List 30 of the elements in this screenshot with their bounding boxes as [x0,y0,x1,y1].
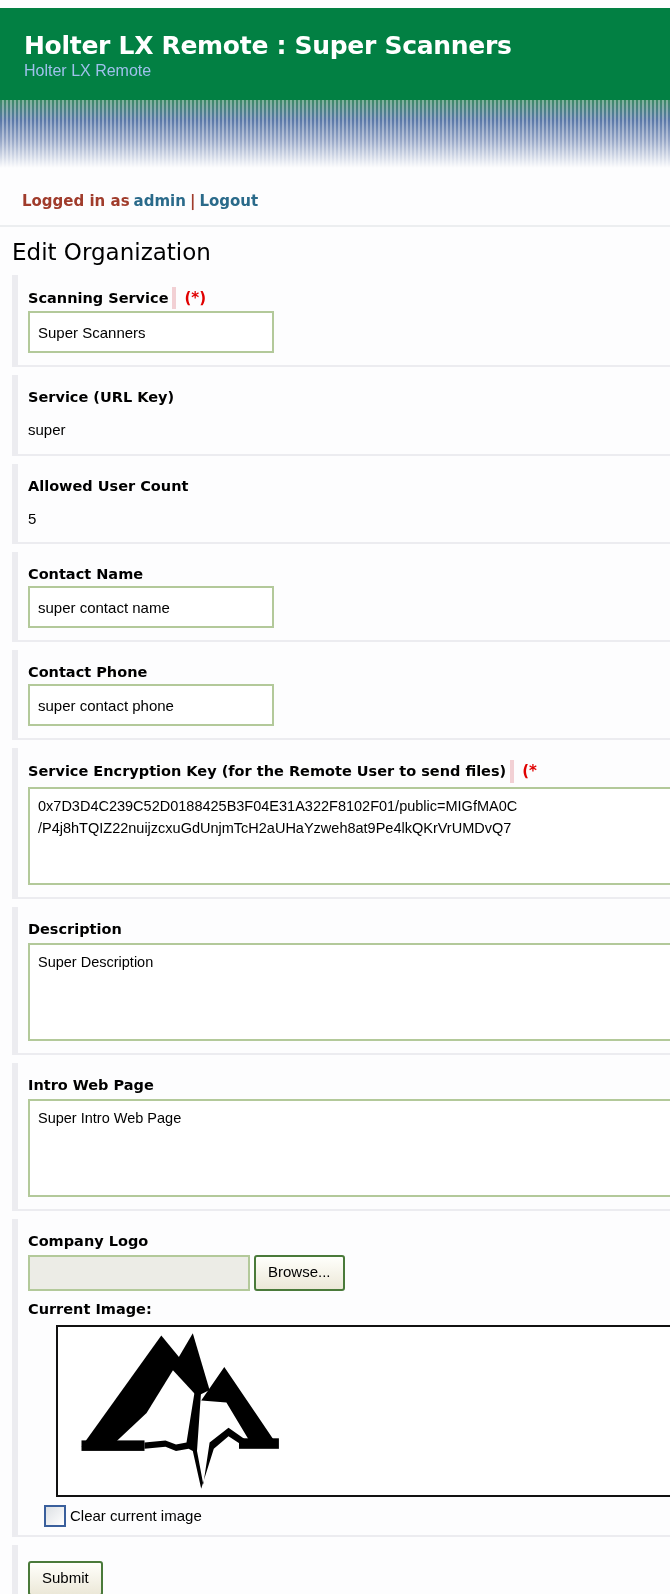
login-text: Logged in as [22,191,130,212]
text-area[interactable]: Super Description [28,942,670,1041]
field-label: Company Logo [28,1231,150,1251]
field-value: 5 [28,508,38,529]
text-field[interactable]: Super Scanners [28,311,274,353]
site-subtitle: Holter LX Remote [24,62,153,80]
field-label: Contact Name [28,565,144,584]
field-label: Description [28,919,122,939]
field-label: Current Image: [28,1299,153,1319]
logout-link[interactable]: Logout [199,190,259,213]
browse-button[interactable]: Browse... [254,1254,345,1291]
file-path-field[interactable] [28,1254,250,1291]
submit-button[interactable]: Submit [28,1561,103,1594]
text-area[interactable]: 0x7D3D4C239C52D0188425B3F04E31A322F8102F01/public=MIGfMA0C /P4j8hTQIZ22nuijzcxuGdUnjmTcH2aUHaYzweh8at9Pe4lkQKrVrUMDvQ7 [28,786,670,885]
text-area[interactable]: Super Intro Web Page [28,1098,670,1197]
field-label: Service Encryption Key (for the Remote User to send files) [28,762,507,782]
page-heading: Edit Organization [12,237,212,267]
checkbox[interactable] [44,1504,66,1527]
text-field[interactable]: super contact name [28,586,274,628]
field-label: Service (URL Key) [28,388,175,407]
separator: | [189,191,196,212]
field-label: Intro Web Page [28,1075,154,1095]
site-title: Holter LX Remote : Super Scanners [24,30,513,62]
field-label: Scanning Service [28,288,169,308]
field-label: Allowed User Count [28,476,189,496]
field-value: super [28,420,67,440]
username-link[interactable]: admin [133,190,186,213]
checkbox-label: Clear current image [70,1505,202,1526]
text-field[interactable]: super contact phone [28,684,274,726]
field-label: Contact Phone [28,663,148,682]
